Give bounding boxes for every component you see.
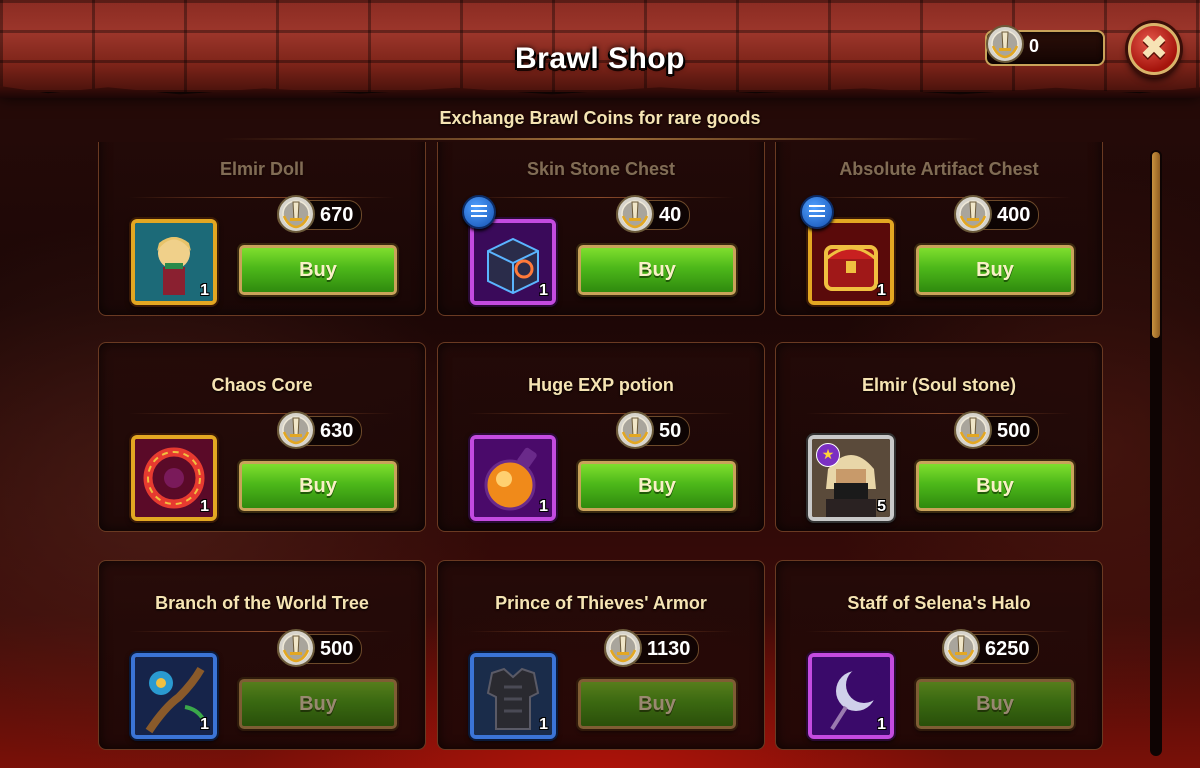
buy-button[interactable]: Buy [578,461,736,511]
shop-item-grid: Elmir Doll 1 670 Buy Skin Stone Chest 1 40 Buy A… [98,142,1103,762]
item-price: 400 [954,195,1040,233]
item-name: Branch of the World Tree [155,593,369,613]
price-value: 1130 [647,638,691,660]
shop-item-card: Chaos Core 1 630 Buy [98,342,426,532]
card-divider [468,631,734,632]
close-icon: ✖ [1139,28,1169,68]
close-button[interactable]: ✖ [1128,23,1180,75]
brawl-coin-icon [615,410,655,458]
shop-item-card: Huge EXP potion 1 50 Buy [437,342,765,532]
item-slot[interactable]: 1 [470,653,556,739]
scrollbar-thumb[interactable] [1152,152,1160,338]
item-name: Staff of Selena's Halo [847,593,1031,613]
card-divider [129,413,395,414]
item-price: 500 [277,629,363,667]
item-slot[interactable]: 1 [131,653,217,739]
shop-item-card: Elmir Doll 1 670 Buy [98,142,426,316]
buy-button[interactable]: Buy [578,245,736,295]
item-quantity: 1 [877,716,886,733]
item-quantity: 1 [200,282,209,299]
shop-item-card: Prince of Thieves' Armor 1 1130 Buy [437,560,765,750]
buy-button[interactable]: Buy [239,679,397,729]
brawl-coin-icon [615,194,655,242]
price-value: 500 [320,638,354,660]
item-price: 630 [277,411,363,449]
brawl-coin-icon [985,24,1025,68]
item-slot[interactable]: 1 [131,435,217,521]
card-divider [129,631,395,632]
item-quantity: 1 [539,498,548,515]
shop-item-card: Absolute Artifact Chest 1 400 Buy [775,142,1103,316]
coin-balance: 0 [985,25,1105,66]
info-list-icon[interactable] [800,195,834,229]
buy-button[interactable]: Buy [916,679,1074,729]
buy-button[interactable]: Buy [578,679,736,729]
brawl-coin-icon [276,628,316,676]
buy-button[interactable]: Buy [916,461,1074,511]
card-divider [806,631,1072,632]
item-price: 6250 [942,629,1039,667]
price-value: 6250 [985,638,1030,660]
page-subtitle: Exchange Brawl Coins for rare goods [439,108,761,128]
item-slot[interactable]: 1 [131,219,217,305]
item-slot[interactable]: 1 [470,435,556,521]
item-quantity: 5 [877,498,886,515]
card-divider [468,413,734,414]
item-price: 1130 [604,629,700,667]
price-value: 50 [659,420,682,442]
buy-button[interactable]: Buy [239,461,397,511]
shop-item-card: Elmir (Soul stone) ★ 5 500 Buy [775,342,1103,532]
price-value: 670 [320,204,354,226]
item-name: Skin Stone Chest [526,159,676,179]
brawl-coin-icon [953,194,993,242]
item-name: Prince of Thieves' Armor [495,593,707,613]
brawl-coin-icon [603,628,643,676]
coin-balance-value: 0 [1029,36,1040,56]
shop-item-card: Staff of Selena's Halo 1 6250 Buy [775,560,1103,750]
card-divider [468,197,734,198]
brawl-coin-icon [941,628,981,676]
item-price: 670 [277,195,363,233]
item-quantity: 1 [200,498,209,515]
info-list-icon[interactable] [462,195,496,229]
item-price: 500 [954,411,1040,449]
item-slot[interactable]: 1 [470,219,556,305]
card-divider [806,197,1072,198]
buy-button[interactable]: Buy [239,245,397,295]
item-slot[interactable]: 1 [808,219,894,305]
brawl-coin-icon [953,410,993,458]
item-quantity: 1 [539,716,548,733]
price-value: 400 [997,204,1031,226]
price-value: 630 [320,420,354,442]
buy-button[interactable]: Buy [916,245,1074,295]
shop-item-card: Branch of the World Tree 1 500 Buy [98,560,426,750]
item-slot[interactable]: ★ 5 [808,435,894,521]
item-quantity: 1 [200,716,209,733]
brawl-coin-icon [276,194,316,242]
item-name: Chaos Core [211,375,313,395]
item-price: 40 [616,195,691,233]
card-divider [806,413,1072,414]
subtitle-divider [220,138,980,140]
star-icon: ★ [816,443,840,467]
item-name: Elmir Doll [219,159,304,179]
item-quantity: 1 [877,282,886,299]
item-price: 50 [616,411,691,449]
item-name: Elmir (Soul stone) [861,375,1016,395]
brawl-shop-screen: Brawl Shop 0 ✖ Exchange Brawl Coins for … [0,0,1200,768]
item-slot[interactable]: 1 [808,653,894,739]
brawl-coin-icon [276,410,316,458]
price-value: 40 [659,204,682,226]
item-name: Absolute Artifact Chest [839,159,1039,179]
price-value: 500 [997,420,1031,442]
shop-item-card: Skin Stone Chest 1 40 Buy [437,142,765,316]
item-quantity: 1 [539,282,548,299]
card-divider [129,197,395,198]
item-name: Huge EXP potion [528,375,674,395]
